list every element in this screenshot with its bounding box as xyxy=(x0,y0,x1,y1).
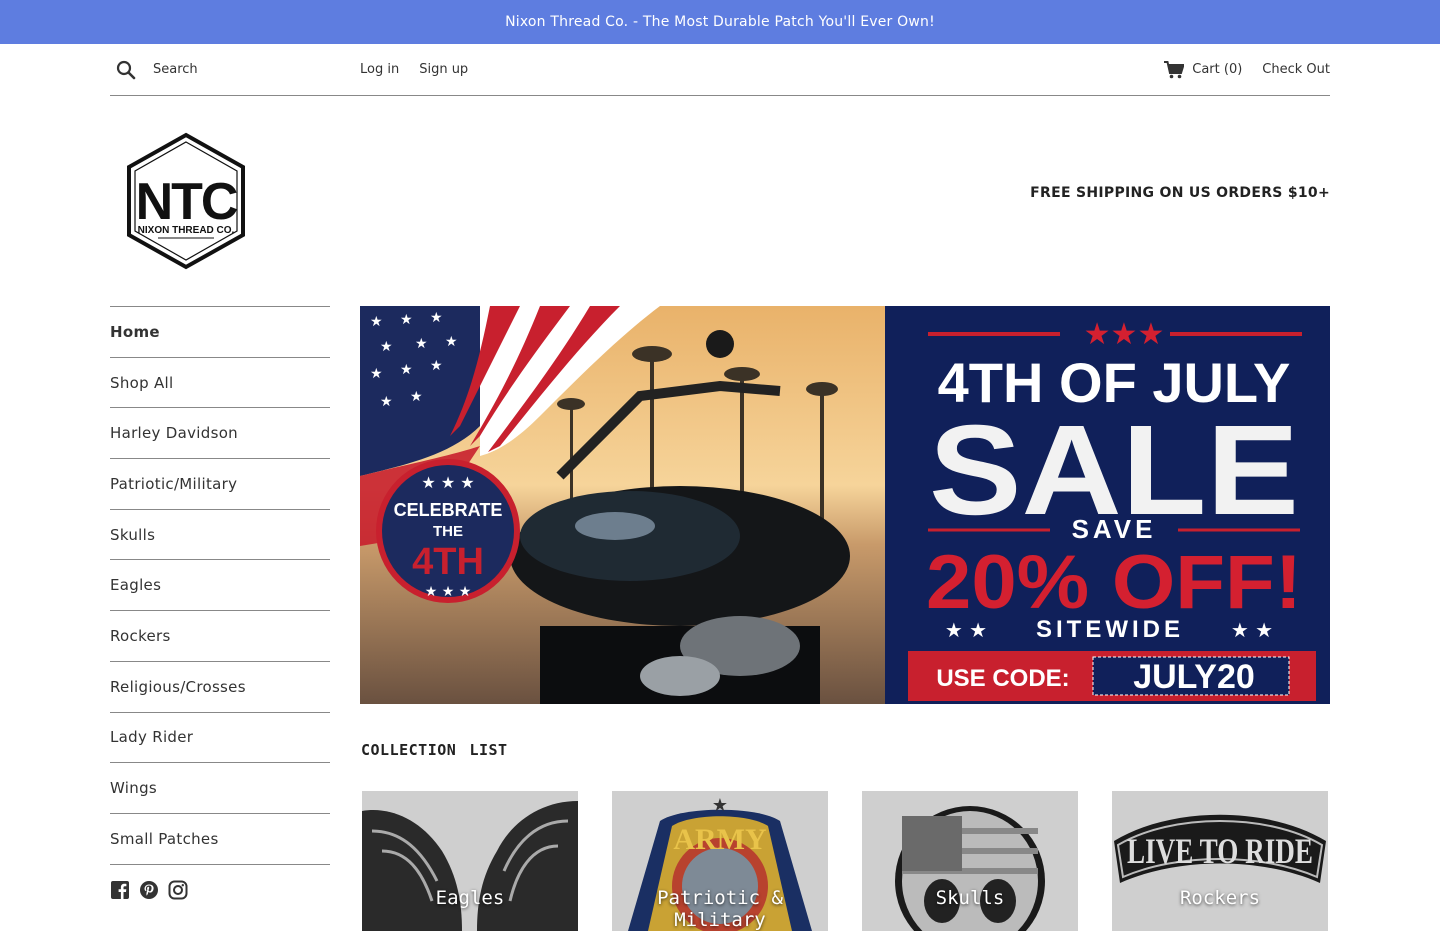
banner-sitewide: SITEWIDE xyxy=(1036,616,1184,643)
sidebar-item-lady-rider[interactable]: Lady Rider xyxy=(110,713,330,764)
svg-text:★: ★ xyxy=(370,314,383,330)
collection-list-title: Collection list xyxy=(361,736,508,760)
badge-line2: THE xyxy=(433,523,463,540)
checkout-link[interactable]: Check Out xyxy=(1262,62,1330,77)
banner-discount: 20% OFF! xyxy=(926,540,1302,625)
instagram-icon[interactable] xyxy=(168,880,188,900)
store-logo[interactable]: NTC NIXON THREAD CO. xyxy=(124,132,248,270)
svg-text:★: ★ xyxy=(430,358,443,374)
pinterest-icon[interactable] xyxy=(139,880,159,900)
sidebar-item-religious-crosses[interactable]: Religious/Crosses xyxy=(110,662,330,713)
sidebar-item-small-patches[interactable]: Small Patches xyxy=(110,814,330,865)
collection-card-rockers[interactable]: LIVE TO RIDE Rockers xyxy=(1112,791,1328,931)
top-bar: Log in Sign up Cart (0) Check Out xyxy=(110,44,1330,96)
cart-label: Cart (0) xyxy=(1192,62,1243,77)
sidebar-item-harley-davidson[interactable]: Harley Davidson xyxy=(110,408,330,460)
collection-card-eagles[interactable]: Eagles xyxy=(362,791,578,931)
announcement-text: Nixon Thread Co. - The Most Durable Patc… xyxy=(505,14,935,30)
collection-label: Rockers xyxy=(1179,887,1261,909)
collection-label: Eagles xyxy=(435,887,505,909)
free-shipping-promo: FREE SHIPPING ON US ORDERS $10+ xyxy=(1030,185,1330,201)
svg-text:★: ★ xyxy=(370,366,383,382)
sidebar-item-skulls[interactable]: Skulls xyxy=(110,510,330,561)
collection-grid: Eagles ARMY ★ Patriotic & Military Skull… xyxy=(362,791,1328,931)
svg-text:★ ★ ★: ★ ★ ★ xyxy=(421,473,474,492)
collection-card-skulls[interactable]: Skulls xyxy=(862,791,1078,931)
svg-text:★: ★ xyxy=(400,362,413,378)
social-links xyxy=(110,880,188,900)
cart-link[interactable]: Cart (0) xyxy=(1164,60,1243,79)
announcement-bar: Nixon Thread Co. - The Most Durable Patc… xyxy=(0,0,1440,44)
account-links: Log in Sign up xyxy=(360,62,488,77)
svg-text:★: ★ xyxy=(410,389,423,405)
facebook-icon[interactable] xyxy=(110,880,130,900)
svg-text:★: ★ xyxy=(445,334,458,350)
sidebar-item-shop-all[interactable]: Shop All xyxy=(110,358,330,409)
sidebar-nav: Home Shop All Harley Davidson Patriotic/Mil… xyxy=(110,306,330,865)
badge-line1: CELEBRATE xyxy=(394,500,503,520)
cart-links: Cart (0) Check Out xyxy=(1164,60,1330,79)
svg-text:★: ★ xyxy=(380,394,393,410)
svg-text:★: ★ xyxy=(430,310,443,326)
sidebar-item-wings[interactable]: Wings xyxy=(110,763,330,814)
collection-card-patriotic-military[interactable]: ARMY ★ Patriotic & Military xyxy=(612,791,828,931)
search-input[interactable] xyxy=(153,62,333,77)
hero-banner[interactable]: ★ ★ ★ ★ ★ ★ ★ ★ ★ ★ ★ ★ ★ ★ CELEBRATE THE 4TH ★… xyxy=(360,306,1330,704)
svg-text:★ ★: ★ ★ xyxy=(1231,618,1273,642)
collection-label: Patriotic & Military xyxy=(657,887,783,931)
svg-text:★ ★: ★ ★ xyxy=(945,618,987,642)
sidebar-item-eagles[interactable]: Eagles xyxy=(110,560,330,612)
svg-text:★: ★ xyxy=(380,339,393,355)
svg-text:★★★: ★★★ xyxy=(1084,317,1165,352)
search-form xyxy=(110,60,360,80)
login-link[interactable]: Log in xyxy=(360,62,399,77)
sidebar-item-patriotic-military[interactable]: Patriotic/Military xyxy=(110,459,330,510)
cart-icon xyxy=(1164,60,1185,78)
svg-text:★: ★ xyxy=(415,336,428,352)
banner-code: JULY20 xyxy=(1133,658,1255,696)
banner-code-label: USE CODE: xyxy=(936,665,1069,692)
sidebar-item-home[interactable]: Home xyxy=(110,307,330,358)
svg-text:★: ★ xyxy=(400,312,413,328)
signup-link[interactable]: Sign up xyxy=(419,62,468,77)
svg-text:ARMY: ARMY xyxy=(673,823,767,856)
svg-text:★: ★ xyxy=(712,795,728,816)
logo-subtext: NIXON THREAD CO. xyxy=(138,225,235,236)
search-icon[interactable] xyxy=(116,60,136,80)
sidebar-item-rockers[interactable]: Rockers xyxy=(110,611,330,662)
badge-line3: 4TH xyxy=(412,541,484,583)
logo-text: NTC xyxy=(136,173,238,231)
svg-text:★ ★ ★: ★ ★ ★ xyxy=(425,584,472,600)
collection-label: Skulls xyxy=(935,887,1005,909)
svg-text:LIVE TO RIDE: LIVE TO RIDE xyxy=(1127,831,1313,871)
